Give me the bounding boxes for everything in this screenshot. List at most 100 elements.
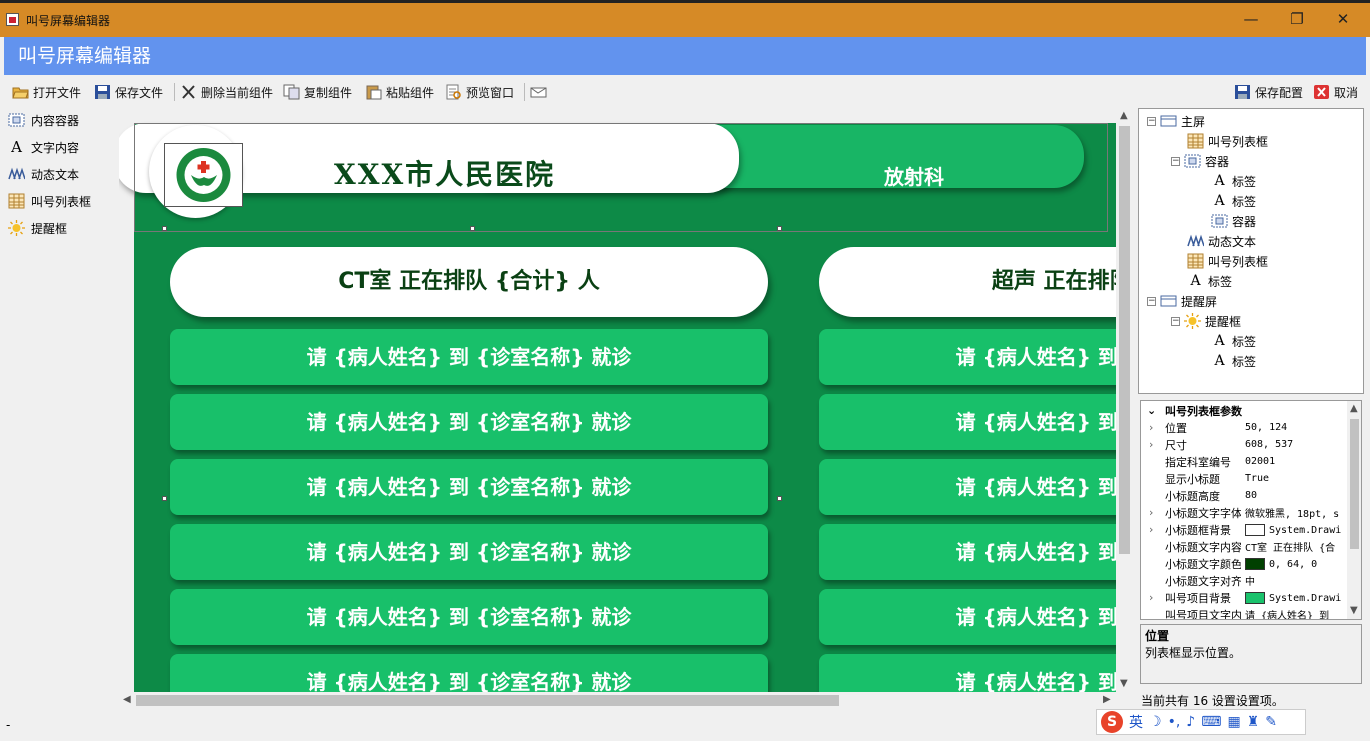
resize-handle[interactable] bbox=[777, 496, 782, 501]
tree-node[interactable]: 叫号列表框 bbox=[1187, 131, 1268, 151]
tree-node[interactable]: − 提醒框 bbox=[1171, 311, 1241, 331]
design-canvas[interactable]: XXX市人民医院 放射科 CT室 正在排队 {合计} 人 请 {病人姓名} 到 … bbox=[119, 108, 1116, 692]
tree-node[interactable]: A 标签 bbox=[1211, 351, 1256, 371]
delete-component-button[interactable]: 删除当前组件 bbox=[180, 81, 273, 103]
property-row[interactable]: 显示小标题 True bbox=[1141, 470, 1347, 487]
tree-node[interactable]: 叫号列表框 bbox=[1187, 251, 1268, 271]
property-row[interactable]: 小标题高度 80 bbox=[1141, 487, 1347, 504]
expand-chevron-icon[interactable]: › bbox=[1149, 591, 1153, 604]
resize-handle[interactable] bbox=[470, 226, 475, 231]
grid-icon[interactable]: ▦ bbox=[1227, 714, 1240, 730]
expand-chevron-icon[interactable]: › bbox=[1149, 506, 1153, 519]
canvas-vertical-scrollbar[interactable]: ▲ ▼ bbox=[1116, 108, 1133, 692]
minimize-button[interactable]: — bbox=[1228, 7, 1274, 31]
scroll-left-icon[interactable]: ◀ bbox=[123, 694, 131, 705]
call-item: 请 {病人姓名} 到 {诊室名称} 就诊 bbox=[819, 524, 1116, 580]
tool-content-container[interactable]: 内容容器 bbox=[8, 109, 79, 131]
keyboard-icon[interactable]: ⌨ bbox=[1201, 714, 1221, 730]
scroll-thumb[interactable] bbox=[136, 695, 839, 706]
collapse-icon[interactable]: − bbox=[1147, 116, 1156, 126]
property-row[interactable]: › 尺寸 608, 537 bbox=[1141, 436, 1347, 453]
moon-icon[interactable]: ☽ bbox=[1149, 714, 1162, 730]
scroll-up-icon[interactable]: ▲ bbox=[1350, 403, 1358, 414]
restore-button[interactable]: ❐ bbox=[1274, 7, 1320, 31]
expand-chevron-icon[interactable]: › bbox=[1149, 438, 1153, 451]
property-value[interactable]: CT室 正在排队 {合 bbox=[1245, 539, 1349, 554]
copy-component-button[interactable]: 复制组件 bbox=[283, 81, 352, 103]
property-row[interactable]: › 叫号项目背景 System.Drawi bbox=[1141, 589, 1347, 606]
property-category[interactable]: ⌄ 叫号列表框参数 bbox=[1141, 402, 1347, 419]
tree-node-main-screen[interactable]: − 主屏 bbox=[1147, 111, 1205, 131]
property-scrollbar[interactable]: ▲ ▼ bbox=[1347, 401, 1361, 619]
collapse-icon[interactable]: − bbox=[1147, 296, 1156, 306]
tool-alert-box[interactable]: 提醒框 bbox=[8, 217, 67, 239]
tree-node-alert-screen[interactable]: − 提醒屏 bbox=[1147, 291, 1217, 311]
scroll-thumb[interactable] bbox=[1350, 419, 1359, 549]
ime-toolbar[interactable]: S 英 ☽ •, ♪ ⌨ ▦ ♜ ✎ bbox=[1096, 709, 1306, 735]
tree-node[interactable]: 容器 bbox=[1211, 211, 1256, 231]
delete-x-icon bbox=[182, 85, 195, 99]
property-value[interactable]: 608, 537 bbox=[1245, 439, 1349, 450]
property-value[interactable]: 02001 bbox=[1245, 456, 1349, 467]
collapse-icon[interactable]: − bbox=[1171, 316, 1180, 326]
expand-chevron-icon[interactable]: › bbox=[1149, 421, 1153, 434]
tree-node[interactable]: A 标签 bbox=[1211, 171, 1256, 191]
scroll-thumb[interactable] bbox=[1119, 126, 1130, 554]
component-tree[interactable]: − 主屏 叫号列表框 − 容器 A 标签 A 标签 容器 动态文本 叫号列表框 … bbox=[1138, 108, 1364, 394]
property-value[interactable]: 50, 124 bbox=[1245, 422, 1349, 433]
scroll-right-icon[interactable]: ▶ bbox=[1103, 694, 1111, 705]
save-config-button[interactable]: 保存配置 bbox=[1234, 81, 1303, 103]
punctuation-icon[interactable]: •, bbox=[1168, 714, 1181, 730]
tool-dynamic-text[interactable]: 动态文本 bbox=[8, 163, 79, 185]
property-row[interactable]: 小标题文字内容 CT室 正在排队 {合 bbox=[1141, 538, 1347, 555]
tree-node[interactable]: 动态文本 bbox=[1187, 231, 1256, 251]
container-icon bbox=[8, 113, 25, 127]
property-value[interactable]: True bbox=[1245, 473, 1349, 484]
property-value[interactable]: System.Drawi bbox=[1245, 523, 1349, 536]
property-value[interactable]: 中 bbox=[1245, 573, 1349, 588]
canvas-horizontal-scrollbar[interactable]: ◀ ▶ bbox=[119, 692, 1116, 709]
tool-text-content[interactable]: A 文字内容 bbox=[8, 136, 79, 158]
property-value[interactable]: 请 {病人姓名} 到 bbox=[1245, 607, 1349, 619]
property-value[interactable]: 80 bbox=[1245, 490, 1349, 501]
property-row[interactable]: 小标题文字颜色 0, 64, 0 bbox=[1141, 555, 1347, 572]
extra-tool-button[interactable] bbox=[530, 81, 547, 103]
property-row[interactable]: › 小标题文字字体 微软雅黑, 18pt, s bbox=[1141, 504, 1347, 521]
tree-node[interactable]: A 标签 bbox=[1211, 331, 1256, 351]
wrench-icon[interactable]: ✎ bbox=[1265, 714, 1277, 730]
tool-call-list[interactable]: 叫号列表框 bbox=[8, 190, 91, 212]
scroll-down-icon[interactable]: ▼ bbox=[1350, 605, 1358, 616]
property-value[interactable]: 微软雅黑, 18pt, s bbox=[1245, 505, 1349, 520]
scroll-down-icon[interactable]: ▼ bbox=[1120, 678, 1128, 689]
save-file-button[interactable]: 保存文件 bbox=[94, 81, 163, 103]
call-item: 请 {病人姓名} 到 {诊室名称} 就诊 bbox=[170, 589, 768, 645]
collapse-icon[interactable]: − bbox=[1171, 156, 1180, 166]
expand-chevron-icon[interactable]: › bbox=[1149, 523, 1153, 536]
property-row[interactable]: 叫号项目文字内容请 {病人姓名} 到 bbox=[1141, 606, 1347, 620]
close-button[interactable]: ✕ bbox=[1320, 7, 1366, 31]
open-file-button[interactable]: 打开文件 bbox=[12, 81, 81, 103]
microphone-icon[interactable]: ♪ bbox=[1186, 714, 1195, 730]
paste-component-button[interactable]: 粘贴组件 bbox=[365, 81, 434, 103]
tree-label: 提醒框 bbox=[1205, 314, 1242, 329]
property-grid[interactable]: ⌄ 叫号列表框参数 › 位置 50, 124 › 尺寸 608, 537 指定科室编号 0… bbox=[1140, 400, 1362, 620]
property-row[interactable]: 小标题文字对齐中 bbox=[1141, 572, 1347, 589]
preview-window-button[interactable]: 预览窗口 bbox=[445, 81, 514, 103]
ime-language[interactable]: 英 bbox=[1129, 712, 1143, 732]
collapse-chevron-icon[interactable]: ⌄ bbox=[1147, 404, 1156, 417]
scroll-up-icon[interactable]: ▲ bbox=[1120, 110, 1128, 121]
tree-node[interactable]: − 容器 bbox=[1171, 151, 1229, 171]
tree-node[interactable]: A 标签 bbox=[1211, 191, 1256, 211]
property-value[interactable]: 0, 64, 0 bbox=[1245, 557, 1349, 570]
property-value[interactable]: System.Drawi bbox=[1245, 591, 1349, 604]
resize-handle[interactable] bbox=[777, 226, 782, 231]
property-row[interactable]: 指定科室编号 02001 bbox=[1141, 453, 1347, 470]
resize-handle[interactable] bbox=[162, 496, 167, 501]
resize-handle[interactable] bbox=[162, 226, 167, 231]
cancel-button[interactable]: 取消 bbox=[1313, 81, 1358, 103]
property-row[interactable]: › 位置 50, 124 bbox=[1141, 419, 1347, 436]
shirt-icon[interactable]: ♜ bbox=[1247, 714, 1260, 730]
tree-node[interactable]: A 标签 bbox=[1187, 271, 1232, 291]
main-screen-preview[interactable]: XXX市人民医院 放射科 CT室 正在排队 {合计} 人 请 {病人姓名} 到 … bbox=[119, 123, 1116, 692]
property-row[interactable]: › 小标题框背景 System.Drawi bbox=[1141, 521, 1347, 538]
